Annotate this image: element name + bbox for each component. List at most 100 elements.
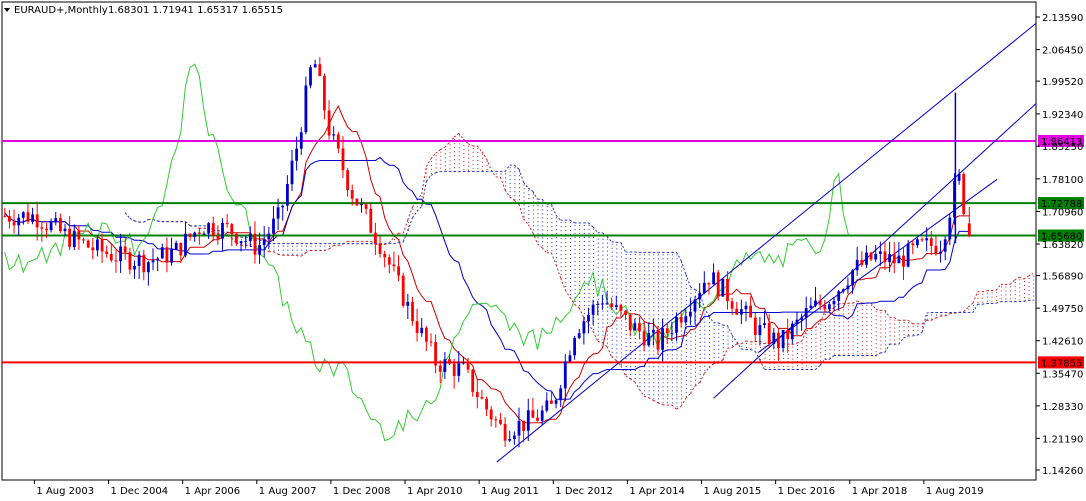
cloud-dot [671, 350, 673, 352]
cloud-dot [658, 278, 659, 280]
cloud-dot [671, 390, 673, 392]
candle-body [230, 224, 234, 234]
cloud-dot [676, 342, 678, 344]
cloud-dot [556, 237, 558, 239]
candle-body [336, 134, 340, 149]
cloud-dot [829, 353, 831, 355]
cloud-dot [625, 286, 627, 287]
candle-body [304, 85, 308, 133]
cloud-dot [301, 249, 303, 251]
candle-body [276, 207, 280, 219]
cloud-dot [602, 250, 604, 252]
candle-body [925, 238, 929, 241]
cloud-dot [634, 294, 636, 295]
cloud-dot [708, 318, 710, 320]
cloud-dot [616, 344, 618, 346]
cloud-dot [671, 314, 673, 316]
cloud-dot [824, 354, 826, 355]
cloud-dot [908, 334, 910, 336]
cloud-dot [634, 278, 636, 279]
cloud-dot [685, 355, 687, 357]
cloud-dot [639, 254, 641, 256]
cloud-dot [685, 363, 687, 365]
cloud-dot [685, 379, 687, 381]
cloud-dot [695, 347, 696, 349]
cloud-dot [662, 390, 664, 392]
cloud-dot [556, 229, 558, 231]
cloud-dot [509, 171, 511, 173]
cloud-dot [630, 254, 632, 255]
cloud-dot [829, 341, 831, 343]
cloud-dot [616, 264, 618, 266]
cloud-dot [769, 354, 771, 356]
cloud-dot [528, 218, 530, 220]
cloud-dot [1010, 286, 1012, 288]
cloud-dot [1000, 298, 1002, 300]
cloud-dot [449, 156, 451, 158]
cloud-dot [662, 270, 664, 272]
cloud-dot [551, 238, 553, 240]
candle-body [698, 293, 702, 300]
candle-body [235, 233, 238, 244]
cloud-dot [630, 370, 632, 371]
cloud-dot [537, 237, 539, 239]
cloud-dot [602, 262, 604, 264]
cloud-dot [583, 308, 585, 310]
cloud-dot [880, 348, 882, 350]
cloud-dot [560, 254, 562, 256]
cloud-dot [481, 153, 483, 155]
cloud-dot [708, 350, 710, 352]
cloud-dot [602, 270, 604, 272]
cloud-dot [560, 266, 562, 268]
cloud-dot [644, 286, 646, 288]
cloud-dot [699, 341, 701, 343]
candle-body [425, 327, 428, 342]
cloud-dot [523, 212, 525, 214]
cloud-dot [532, 193, 534, 195]
cloud-dot [463, 153, 465, 154]
cloud-dot [866, 329, 868, 331]
cloud-dot [607, 286, 608, 288]
cloud-dot [690, 372, 692, 374]
cloud-dot [435, 159, 437, 161]
cloud-dot [620, 340, 622, 342]
candle-body [531, 410, 535, 418]
cloud-dot [847, 345, 849, 347]
cloud-dot [681, 278, 683, 280]
cloud-dot [597, 254, 599, 256]
cloud-dot [764, 365, 766, 367]
cloud-dot [472, 155, 474, 157]
cloud-dot [773, 354, 775, 356]
cloud-dot [658, 314, 659, 316]
cloud-dot [565, 230, 567, 232]
cloud-dot [866, 317, 868, 319]
cloud-dot [634, 254, 636, 255]
candle-body [207, 223, 210, 234]
cloud-dot [690, 292, 692, 294]
cloud-dot [607, 318, 608, 320]
cloud-dot [648, 278, 650, 280]
cloud-dot [551, 242, 553, 244]
cloud-dot [1028, 281, 1030, 283]
candle-body [3, 215, 7, 217]
cloud-dot [630, 306, 632, 307]
cloud-dot [560, 262, 562, 264]
candle-body [12, 221, 16, 226]
cloud-dot [861, 329, 863, 331]
cloud-dot [783, 365, 785, 367]
cloud-dot [750, 347, 752, 349]
cloud-dot [880, 340, 882, 342]
cloud-dot [838, 354, 840, 355]
cloud-dot [602, 318, 604, 320]
cloud-dot [639, 342, 641, 344]
cloud-dot [866, 309, 868, 311]
cloud-dot [630, 278, 632, 279]
cloud-dot [815, 329, 817, 331]
cloud-dot [852, 309, 854, 311]
cloud-dot [695, 331, 696, 333]
cloud-dot [634, 270, 636, 271]
level-price-label: 1.37855 [1041, 358, 1082, 369]
cloud-dot [639, 354, 641, 356]
candle-body [809, 305, 813, 308]
cloud-dot [885, 316, 886, 318]
